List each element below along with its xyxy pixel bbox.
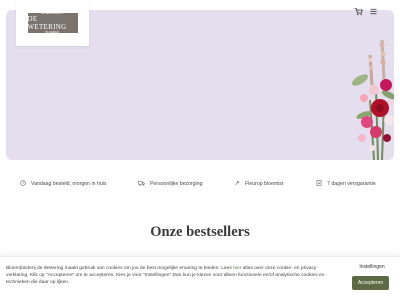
usp-label: Persoonlijke bezorging	[150, 181, 203, 187]
usp-item: 7 dagen versgarantie	[316, 180, 376, 188]
cookie-banner: Bloembinderij de Wetering maakt gebruik …	[0, 256, 400, 300]
site-header: BLOEMBINDERIJ DE WETERING BLOEMEN	[0, 0, 400, 46]
cookie-settings-button[interactable]: Instellingen	[352, 262, 392, 273]
usp-label: Fleurop bloemist	[245, 181, 284, 187]
guarantee-icon	[316, 180, 322, 188]
cookie-text-before: Bloembinderij de Wetering maakt gebruik …	[6, 266, 234, 271]
usp-item: Persoonlijke bezorging	[138, 180, 202, 188]
truck-icon	[138, 180, 145, 188]
usp-item: Vandaag besteld, morgen in huis	[20, 180, 106, 188]
cart-icon[interactable]	[354, 7, 363, 18]
section-title: Onze bestsellers	[150, 224, 250, 240]
logo-name: DE WETERING	[27, 15, 67, 31]
usp-item: Fleurop bloemist	[234, 180, 283, 188]
logo-link[interactable]: BLOEMBINDERIJ DE WETERING BLOEMEN	[16, 0, 89, 46]
logo-bottom-line: BLOEMEN	[45, 31, 60, 34]
cookie-accept-button[interactable]: Accepteren	[352, 276, 389, 290]
flower-icon	[234, 180, 240, 188]
usp-label: 7 dagen versgarantie	[327, 181, 376, 187]
usp-row: Vandaag besteld, morgen in huis Persoonl…	[0, 180, 400, 194]
clock-icon	[20, 180, 26, 188]
menu-icon[interactable]	[369, 7, 378, 18]
usp-label: Vandaag besteld, morgen in huis	[31, 181, 107, 187]
logo: BLOEMBINDERIJ DE WETERING BLOEMEN	[27, 12, 78, 34]
cookie-message: Bloembinderij de Wetering maakt gebruik …	[6, 265, 336, 287]
